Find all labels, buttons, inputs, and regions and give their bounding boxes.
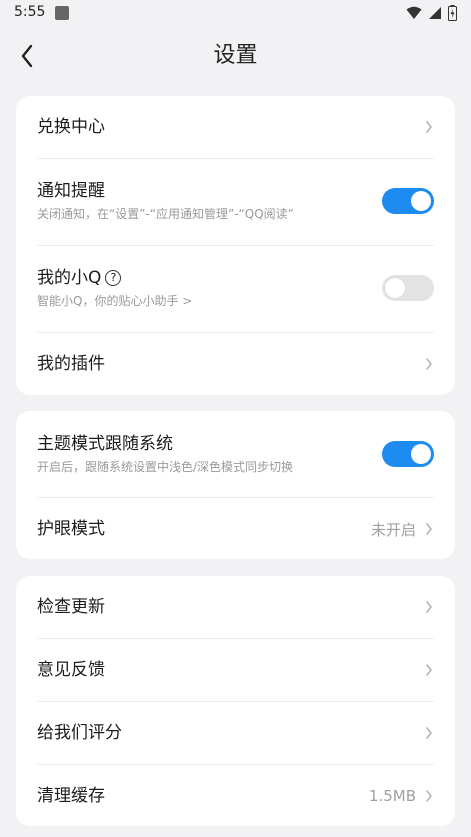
notify-sub: 关闭通知，在“设置”-“应用通知管理”-“QQ阅读”: [37, 207, 294, 221]
redeem-center-item[interactable]: 兑换中心: [37, 116, 434, 138]
eye-mode-item[interactable]: 护眼模式 未开启: [37, 518, 434, 540]
notification-icon: [55, 6, 69, 20]
status-icons: [406, 5, 457, 21]
settings-card-display: 主题模式跟随系统 开启后，跟随系统设置中浅色/深色模式同步切换 护眼模式 未开启: [16, 411, 455, 559]
cache-size-value: 1.5MB: [368, 787, 416, 805]
chevron-right-icon: [426, 523, 433, 535]
chevron-right-icon: [426, 121, 433, 133]
notify-toggle[interactable]: [382, 188, 434, 214]
xiaoq-sub[interactable]: 智能小Q，你的贴心小助手 >: [37, 293, 192, 309]
xiaoq-label-row: 我的小Q?: [37, 267, 192, 289]
top-bar: 设置: [0, 30, 471, 82]
plugins-item[interactable]: 我的插件: [37, 353, 434, 375]
clear-cache-label: 清理缓存: [37, 786, 105, 806]
eye-mode-label: 护眼模式: [37, 519, 105, 539]
xiaoq-toggle[interactable]: [382, 275, 434, 301]
help-icon[interactable]: ?: [105, 270, 122, 286]
divider: [37, 638, 434, 639]
feedback-item[interactable]: 意见反馈: [37, 659, 434, 681]
theme-follow-toggle[interactable]: [382, 441, 434, 467]
battery-icon: [448, 5, 457, 21]
feedback-label: 意见反馈: [37, 660, 105, 680]
rate-us-item[interactable]: 给我们评分: [37, 722, 434, 744]
settings-card-general: 兑换中心 通知提醒 关闭通知，在“设置”-“应用通知管理”-“QQ阅读” 我的小…: [16, 96, 455, 395]
wifi-icon: [406, 6, 422, 19]
divider: [37, 158, 434, 159]
theme-follow-label: 主题模式跟随系统: [37, 434, 173, 454]
settings-card-other: 检查更新 意见反馈 给我们评分 清理缓存 1.5MB: [16, 576, 455, 826]
toggle-knob: [411, 444, 431, 464]
eye-mode-value: 未开启: [370, 520, 416, 539]
toggle-knob: [385, 278, 405, 298]
redeem-center-label: 兑换中心: [37, 117, 105, 137]
theme-follow-item: 主题模式跟随系统 开启后，跟随系统设置中浅色/深色模式同步切换: [37, 433, 434, 477]
chevron-right-icon: [426, 601, 433, 613]
divider: [37, 332, 434, 333]
divider: [37, 764, 434, 765]
theme-follow-sub: 开启后，跟随系统设置中浅色/深色模式同步切换: [37, 460, 294, 474]
notify-item: 通知提醒 关闭通知，在“设置”-“应用通知管理”-“QQ阅读”: [37, 180, 434, 224]
chevron-right-icon: [426, 790, 433, 802]
notify-label: 通知提醒: [37, 181, 105, 201]
page-title: 设置: [213, 43, 258, 68]
status-time: 5:55: [14, 4, 46, 20]
divider: [37, 701, 434, 702]
xiaoq-label: 我的小Q: [37, 268, 102, 288]
chevron-right-icon: [426, 727, 433, 739]
xiaoq-item: 我的小Q? 智能小Q，你的贴心小助手 >: [37, 267, 434, 311]
rate-us-label: 给我们评分: [37, 723, 122, 743]
divider: [37, 245, 434, 246]
check-update-item[interactable]: 检查更新: [37, 596, 434, 618]
plugins-label: 我的插件: [37, 354, 105, 374]
chevron-right-icon: [426, 358, 433, 370]
toggle-knob: [411, 191, 431, 211]
status-bar: 5:55: [0, 0, 471, 26]
clear-cache-item[interactable]: 清理缓存 1.5MB: [37, 785, 434, 807]
divider: [37, 497, 434, 498]
chevron-right-icon: [426, 664, 433, 676]
signal-icon: [429, 7, 441, 19]
check-update-label: 检查更新: [37, 597, 105, 617]
